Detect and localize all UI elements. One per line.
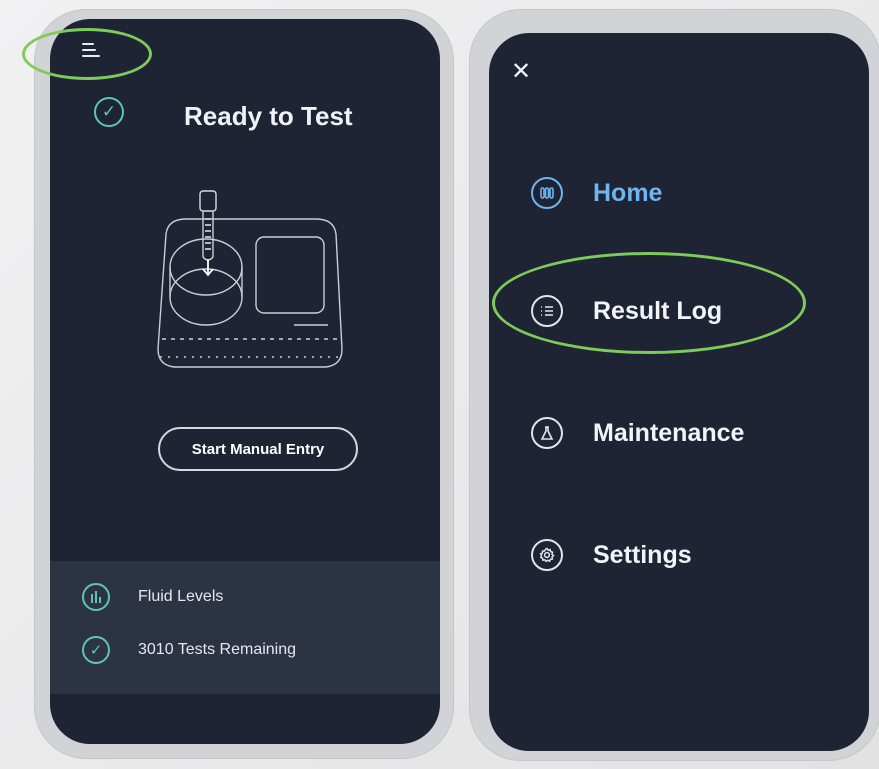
check-circle-icon: ✓ bbox=[94, 97, 124, 127]
analyzer-device-illustration bbox=[157, 190, 343, 368]
menu-label-result-log: Result Log bbox=[593, 297, 723, 325]
menu-label-home: Home bbox=[593, 179, 663, 207]
menu-item-home[interactable]: Home bbox=[531, 173, 831, 213]
tests-remaining-row: ✓ 3010 Tests Remaining bbox=[82, 636, 402, 666]
fluid-levels-row[interactable]: Fluid Levels bbox=[82, 583, 402, 613]
menu-label-maintenance: Maintenance bbox=[593, 419, 745, 447]
status-title: Ready to Test bbox=[184, 101, 353, 131]
left-phone-screen: ✓ Ready to Test Start Manual Entry Fluid… bbox=[50, 19, 440, 744]
start-manual-entry-button[interactable]: Start Manual Entry bbox=[158, 427, 358, 471]
check-circle-icon: ✓ bbox=[82, 636, 110, 664]
status-panel: Fluid Levels ✓ 3010 Tests Remaining bbox=[50, 561, 440, 694]
fluid-levels-label: Fluid Levels bbox=[138, 588, 224, 605]
menu-item-settings[interactable]: Settings bbox=[531, 535, 831, 575]
test-tubes-icon bbox=[531, 177, 563, 209]
menu-label-settings: Settings bbox=[593, 541, 692, 569]
gear-icon bbox=[531, 539, 563, 571]
left-phone-frame: ✓ Ready to Test Start Manual Entry Fluid… bbox=[34, 9, 454, 759]
close-icon[interactable]: ✕ bbox=[511, 59, 531, 83]
right-phone-frame: ✕ Home Result Log Maintenance Settings bbox=[469, 9, 879, 761]
right-phone-screen: ✕ Home Result Log Maintenance Settings bbox=[489, 33, 869, 751]
bar-chart-icon bbox=[82, 583, 110, 611]
flask-icon bbox=[531, 417, 563, 449]
menu-item-result-log[interactable]: Result Log bbox=[531, 291, 831, 331]
tests-remaining-label: 3010 Tests Remaining bbox=[138, 641, 297, 658]
status-row: ✓ Ready to Test bbox=[94, 97, 414, 135]
menu-item-maintenance[interactable]: Maintenance bbox=[531, 413, 831, 453]
hamburger-menu-icon[interactable] bbox=[82, 43, 100, 61]
list-icon bbox=[531, 295, 563, 327]
